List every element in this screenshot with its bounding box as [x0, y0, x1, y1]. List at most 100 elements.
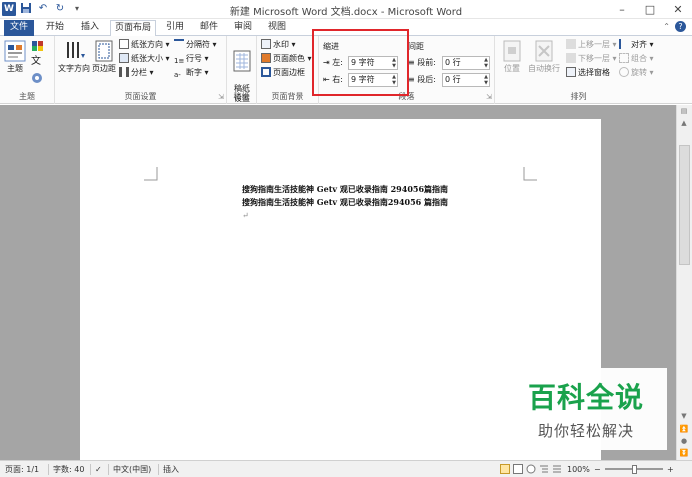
- previous-page-icon[interactable]: ⏫: [677, 423, 691, 435]
- themes-button[interactable]: 主题: [4, 40, 26, 74]
- status-bar: 页面: 1/1 字数: 40 ✓ 中文(中国) 插入 100% − +: [0, 460, 692, 477]
- scroll-up-icon[interactable]: ▲: [677, 117, 691, 129]
- position-icon: [503, 40, 521, 62]
- close-button[interactable]: ✕: [664, 0, 692, 19]
- group-themes: 主题 文 主题: [0, 36, 55, 104]
- maximize-button[interactable]: □: [636, 0, 664, 19]
- spacing-before-icon: ≡: [408, 58, 415, 67]
- hyphenation-button[interactable]: a- 断字 ▾: [174, 67, 209, 79]
- group-objects-icon: [619, 53, 629, 63]
- selection-pane-icon: [566, 67, 576, 77]
- text-direction-icon: [67, 42, 85, 58]
- page-borders-button[interactable]: 页面边框: [261, 67, 305, 79]
- rotate-button[interactable]: 旋转 ▾: [619, 67, 654, 79]
- ruler-toggle-icon[interactable]: ▤: [677, 105, 691, 117]
- minimize-button[interactable]: –: [608, 0, 636, 19]
- columns-button[interactable]: 分栏 ▾: [119, 67, 154, 79]
- orientation-icon: [119, 39, 129, 49]
- group-label-background: 页面背景: [271, 92, 304, 101]
- site-watermark: 百科全说 助你轻松解决: [503, 368, 667, 450]
- selection-pane-button[interactable]: 选择窗格: [566, 67, 610, 79]
- window-title: 新建 Microsoft Word 文档.docx - Microsoft Wo…: [229, 7, 463, 18]
- zoom-level[interactable]: 100%: [567, 464, 590, 475]
- wrap-text-button[interactable]: 自动换行: [525, 40, 563, 74]
- theme-effects-icon[interactable]: [31, 72, 43, 84]
- indent-highlight-box: [312, 29, 409, 96]
- send-backward-icon: [566, 53, 576, 63]
- minimize-ribbon-icon[interactable]: ⌃: [663, 22, 670, 31]
- watermark-button[interactable]: 水印 ▾: [261, 39, 296, 51]
- margin-corner-top-left: [144, 167, 158, 181]
- view-print-layout-icon[interactable]: [500, 464, 510, 475]
- tab-view[interactable]: 视图: [262, 20, 292, 36]
- spacing-before-spinner[interactable]: 0 行 ▲ ▼: [442, 56, 490, 70]
- watermark-subtitle: 助你轻松解决: [537, 422, 634, 440]
- breaks-button[interactable]: 分隔符 ▾: [174, 39, 217, 51]
- word-count[interactable]: 字数: 40: [48, 464, 84, 475]
- group-arrange: 位置 自动换行 上移一层 ▾ 下移一层 ▾ 选择窗格 对齐 ▾ 组合 ▾ 旋转 …: [495, 36, 662, 104]
- next-page-icon[interactable]: ⏬: [677, 447, 691, 459]
- watermark-icon: [261, 39, 271, 49]
- page-count[interactable]: 页面: 1/1: [5, 464, 39, 475]
- title-bar: W ↶ ↻ ▾ 新建 Microsoft Word 文档.docx - Micr…: [0, 0, 692, 19]
- tab-page-layout[interactable]: 页面布局: [110, 20, 156, 37]
- send-backward-button[interactable]: 下移一层 ▾: [566, 53, 617, 65]
- view-outline-icon[interactable]: [539, 464, 549, 475]
- group-label-arrange: 排列: [570, 92, 587, 101]
- browse-object-icon[interactable]: ●: [677, 435, 691, 447]
- spacing-after-label: ≡ 段后:: [408, 75, 436, 84]
- margins-button[interactable]: 页边距: [91, 40, 117, 74]
- hyphenation-icon: a-: [174, 71, 181, 79]
- group-draft-paper: 稿纸 设置 稿纸: [227, 36, 257, 104]
- theme-colors-icon[interactable]: [31, 40, 45, 52]
- tab-review[interactable]: 审阅: [228, 20, 258, 36]
- group-page-setup: 文字方向 页边距 纸张方向 ▾ 纸张大小 ▾ 分栏 ▾ 分隔符 ▾ 1≡ 行号 ▾…: [55, 36, 227, 104]
- zoom-out-icon[interactable]: −: [594, 464, 601, 475]
- tab-insert[interactable]: 插入: [75, 20, 105, 36]
- page-borders-icon: [261, 67, 271, 77]
- help-icon[interactable]: ?: [675, 21, 686, 32]
- margin-corner-top-right: [523, 167, 537, 181]
- view-web-layout-icon[interactable]: [526, 464, 536, 475]
- page-color-button[interactable]: 页面颜色 ▾: [261, 53, 312, 65]
- scroll-thumb[interactable]: [679, 145, 690, 265]
- view-full-screen-icon[interactable]: [513, 464, 523, 475]
- align-button[interactable]: 对齐 ▾: [619, 39, 654, 51]
- tab-references[interactable]: 引用: [160, 20, 190, 36]
- text-direction-button[interactable]: 文字方向: [57, 40, 91, 74]
- tab-mailings[interactable]: 邮件: [194, 20, 224, 36]
- zoom-in-icon[interactable]: +: [667, 464, 674, 475]
- paragraph-mark: ↵: [242, 211, 249, 220]
- language-indicator[interactable]: 中文(中国): [108, 464, 151, 475]
- group-label-page-setup: 页面设置: [124, 92, 157, 101]
- spinner-arrows-icon[interactable]: ▲ ▼: [484, 57, 488, 69]
- page-setup-launcher-icon[interactable]: ⇲: [218, 93, 224, 101]
- columns-icon: [119, 67, 129, 77]
- group-label-themes: 主题: [19, 92, 35, 101]
- document-body-text[interactable]: 搜狗指南生活技能神 Getv 观已收录指南 294056篇指南搜狗指南生活技能神…: [242, 183, 452, 222]
- paragraph-launcher-icon[interactable]: ⇲: [486, 93, 492, 101]
- position-button[interactable]: 位置: [499, 40, 525, 74]
- wrap-text-icon: [535, 40, 553, 62]
- scroll-down-icon[interactable]: ▼: [677, 410, 691, 422]
- spacing-after-spinner[interactable]: 0 行 ▲ ▼: [442, 73, 490, 87]
- group-label-draft: 稿纸: [233, 92, 250, 101]
- proofing-icon[interactable]: ✓: [90, 464, 102, 475]
- themes-icon: [4, 40, 26, 62]
- zoom-slider-thumb[interactable]: [632, 465, 637, 474]
- orientation-button[interactable]: 纸张方向 ▾: [119, 39, 170, 51]
- tab-home[interactable]: 开始: [40, 20, 70, 36]
- group-objects-button[interactable]: 组合 ▾: [619, 53, 654, 65]
- size-button[interactable]: 纸张大小 ▾: [119, 53, 170, 65]
- vertical-scrollbar[interactable]: ▤ ▲ ▼ ⏫ ● ⏬: [676, 105, 692, 460]
- tab-file[interactable]: 文件: [4, 20, 34, 36]
- spacing-after-icon: ≡: [408, 75, 415, 84]
- bring-forward-button[interactable]: 上移一层 ▾: [566, 39, 617, 51]
- insert-mode-indicator[interactable]: 插入: [158, 464, 179, 475]
- theme-fonts-icon[interactable]: 文: [31, 56, 41, 68]
- spinner-arrows-icon[interactable]: ▲ ▼: [484, 74, 488, 86]
- view-draft-icon[interactable]: [552, 464, 562, 475]
- line-numbers-button[interactable]: 1≡ 行号 ▾: [174, 53, 209, 65]
- spacing-before-label: ≡ 段前:: [408, 58, 436, 67]
- page-color-icon: [261, 53, 271, 63]
